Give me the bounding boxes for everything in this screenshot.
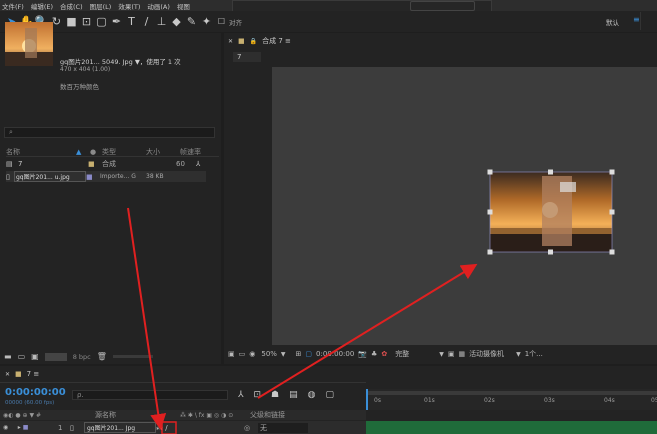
annotation-arrows: [127, 207, 478, 434]
